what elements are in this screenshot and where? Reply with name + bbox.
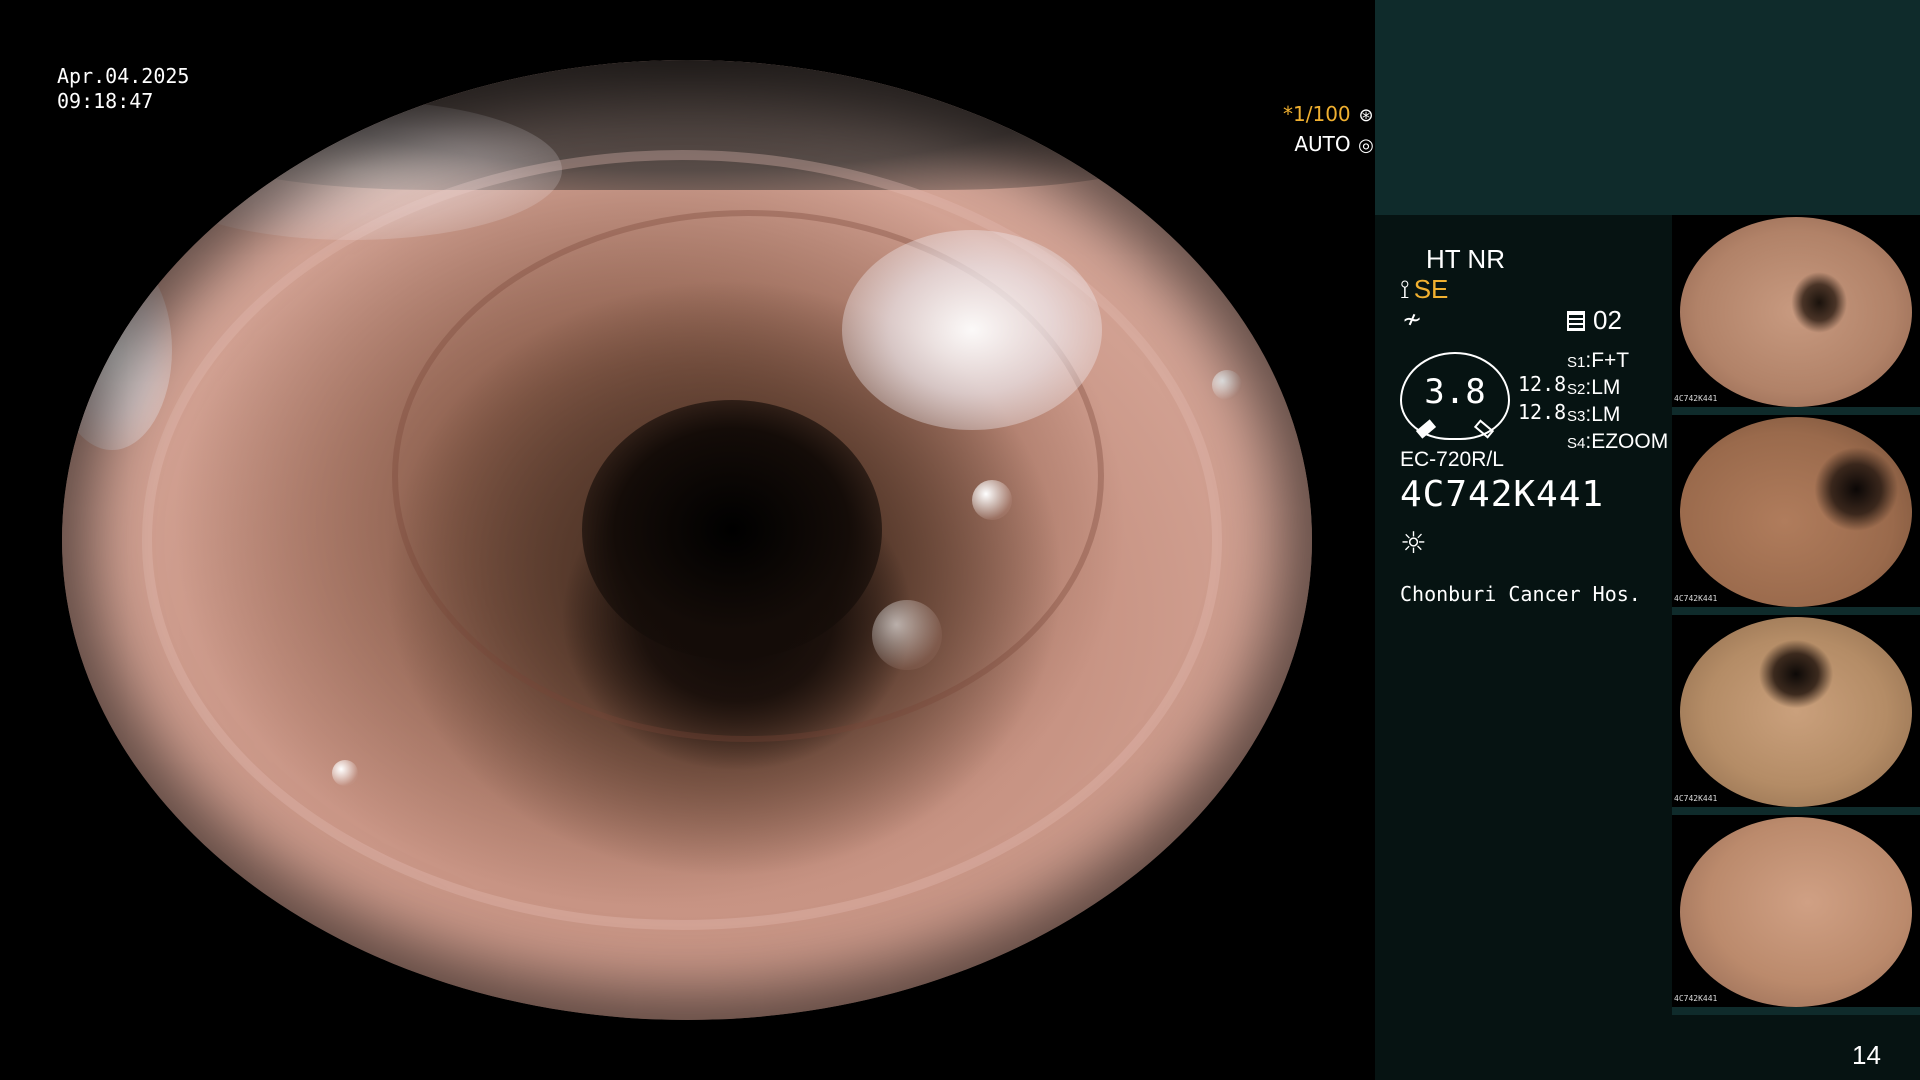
bubble [1212,370,1242,400]
thumbnail-bar [1672,807,1920,815]
se-label: SE [1413,274,1449,304]
thumbnail-serial: 4C742K441 [1674,994,1718,1003]
thumbnail-image [1680,217,1912,407]
hospital-name: Chonburi Cancer Hos. [1400,582,1641,606]
iris-mode: AUTO [1294,132,1351,156]
bubble [972,480,1012,520]
zoom-gauge: 3.8 [1400,352,1510,440]
gauge-readouts: 12.8 12.8 [1518,370,1566,426]
ht-nr-label: HT NR [1426,244,1505,274]
panel-header [1375,0,1920,215]
thumbnail-bar [1672,1007,1920,1015]
shutter-speed: 1/100 [1293,102,1351,126]
thumbnail-image [1680,417,1912,607]
light-reflection [842,230,1102,430]
capture-thumbnail[interactable]: 4C742K441 [1672,615,1920,815]
thumbnail-bar [1672,407,1920,415]
scope-model: EC-720R/L [1400,448,1504,471]
thumbnail-image [1680,617,1912,807]
readout-1: 12.8 [1518,372,1567,396]
thumbnail-image [1680,817,1912,1007]
endoscopy-screen: Apr.04.2025 09:18:47 *1/100 ⊛ AUTO ◎ HT … [0,0,1920,1080]
scope-serial: 4C742K441 [1400,474,1605,515]
wave-icon: ≁ [1402,305,1423,333]
lumen [582,400,882,660]
aperture-icon: ⊛ [1358,105,1374,126]
capture-thumbnail[interactable]: 4C742K441 [1672,415,1920,615]
thumbnail-bar [1672,607,1920,615]
readout-2: 12.8 [1518,400,1567,424]
switch-item: S2:LM [1567,376,1621,399]
bubble [332,760,358,786]
memory-icon [1567,311,1585,331]
exposure-settings: *1/100 ⊛ AUTO ◎ [55,100,1375,160]
light-reflection [62,250,172,450]
iris-icon: ◎ [1358,135,1374,156]
structure-enhance-icon: ⟟ [1400,274,1410,304]
se-row: ⟟ SE [1400,274,1448,306]
switch-item: S1:F+T [1567,349,1630,372]
capture-thumbnail[interactable]: 4C742K441 [1672,215,1920,415]
memory-value: 02 [1593,305,1622,335]
gauge-value: 3.8 [1424,372,1486,412]
endoscope-live-view: Apr.04.2025 09:18:47 *1/100 ⊛ AUTO ◎ [0,0,1375,1080]
light-icon: ☼ [1400,526,1427,561]
endoscope-image [62,60,1312,1020]
thumbnail-serial: 4C742K441 [1674,394,1718,403]
switch-item: S4:EZOOM [1567,430,1669,453]
image-count: 14 [1852,1040,1881,1070]
date-label: Apr.04.2025 [57,64,190,88]
switch-list: S1:F+T S2:LM S3:LM S4:EZOOM [1567,348,1668,456]
captured-images: 4C742K441 4C742K441 4C742K441 4C742K441 [1672,215,1920,1015]
thumbnail-serial: 4C742K441 [1674,794,1718,803]
capture-thumbnail[interactable]: 4C742K441 [1672,815,1920,1015]
memory-row: 02 [1567,305,1622,336]
bubble [872,600,942,670]
thumbnail-serial: 4C742K441 [1674,594,1718,603]
switch-item: S3:LM [1567,403,1621,426]
shutter-prefix: * [1283,102,1293,126]
